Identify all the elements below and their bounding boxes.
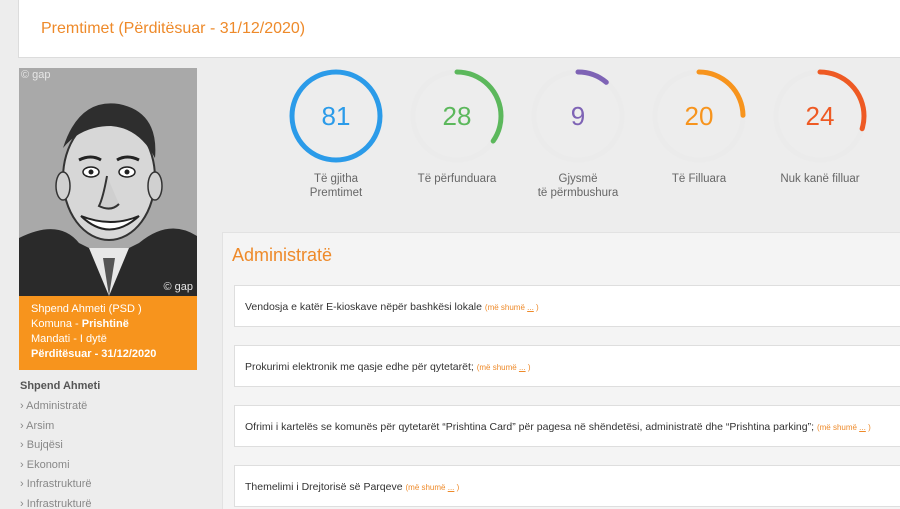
nav-item-bujqesi[interactable]: › Bujqësi (20, 436, 198, 456)
profile-name: Shpend Ahmeti (PSD ) (31, 303, 142, 315)
stat-value: 81 (322, 101, 351, 131)
progress-ring: 9 (531, 69, 625, 163)
stat-label: Të gjitha Premtimet (309, 173, 363, 199)
more-link[interactable]: (më shumë ... ) (405, 483, 459, 492)
promise-item[interactable]: Vendosja e katër E-kioskave nëpër bashkë… (234, 285, 900, 327)
stat-all[interactable]: 81 Të gjitha Premtimet (276, 66, 396, 200)
progress-ring: 20 (652, 69, 746, 163)
profile-card: © gap © gap Shpend Ahmeti (PSD ) Komuna … (19, 68, 197, 370)
page-header: Premtimet (Përditësuar - 31/12/2020) (18, 0, 900, 58)
progress-ring: 81 (289, 69, 383, 163)
photo-watermark: © gap (21, 69, 51, 81)
progress-ring: 24 (773, 69, 867, 163)
page-title: Premtimet (Përditësuar - 31/12/2020) (41, 20, 306, 37)
nav-item-infrastrukture-2[interactable]: › Infrastrukturë (20, 495, 198, 509)
stat-started[interactable]: 20 Të Filluara (639, 66, 759, 186)
more-link[interactable]: (më shumë ... ) (485, 303, 539, 312)
profile-caricature: © gap © gap (19, 68, 197, 296)
stat-completed[interactable]: 28 Të përfunduara (397, 66, 517, 186)
more-link[interactable]: (më shumë ... ) (817, 423, 871, 432)
nav-heading: Shpend Ahmeti (20, 380, 101, 392)
section-administrate: Administratë Vendosja e katër E-kioskave… (222, 232, 900, 509)
profile-info: Shpend Ahmeti (PSD ) Komuna - Prishtinë … (19, 296, 197, 370)
nav-item-arsim[interactable]: › Arsim (20, 417, 198, 437)
nav-item-ekonomi[interactable]: › Ekonomi (20, 456, 198, 476)
stat-value: 20 (685, 101, 714, 131)
more-link[interactable]: (më shumë ... ) (477, 363, 531, 372)
stat-label: Gjysmë të përmbushura (537, 173, 619, 199)
category-nav: Shpend Ahmeti › Administratë › Arsim › B… (20, 380, 198, 509)
stat-value: 24 (806, 101, 835, 131)
profile-mandate: Mandati - I dytë (31, 333, 107, 345)
profile-municipality: Komuna - Prishtinë (31, 318, 129, 330)
caricature-image (19, 68, 197, 296)
stat-value: 9 (571, 101, 585, 131)
progress-ring: 28 (410, 69, 504, 163)
section-title: Administratë (232, 245, 333, 265)
stat-value: 28 (443, 101, 472, 131)
stat-label: Të përfunduara (417, 173, 497, 185)
stat-label: Nuk kanë filluar (780, 173, 860, 185)
profile-updated: Përditësuar - 31/12/2020 (31, 348, 157, 360)
stats-row: 81 Të gjitha Premtimet 28 Të përfunduara … (280, 66, 900, 216)
promise-item[interactable]: Prokurimi elektronik me qasje edhe për q… (234, 345, 900, 387)
stat-half-fulfilled[interactable]: 9 Gjysmë të përmbushura (518, 66, 638, 200)
nav-item-administrate[interactable]: › Administratë (20, 397, 198, 417)
promise-item[interactable]: Themelimi i Drejtorisë së Parqeve (më sh… (234, 465, 900, 507)
nav-item-infrastrukture[interactable]: › Infrastrukturë (20, 475, 198, 495)
promise-item[interactable]: Ofrimi i kartelës se komunës për qytetar… (234, 405, 900, 447)
photo-watermark: © gap (163, 281, 193, 293)
stat-label: Të Filluara (671, 173, 727, 185)
stat-not-started[interactable]: 24 Nuk kanë filluar (760, 66, 880, 186)
